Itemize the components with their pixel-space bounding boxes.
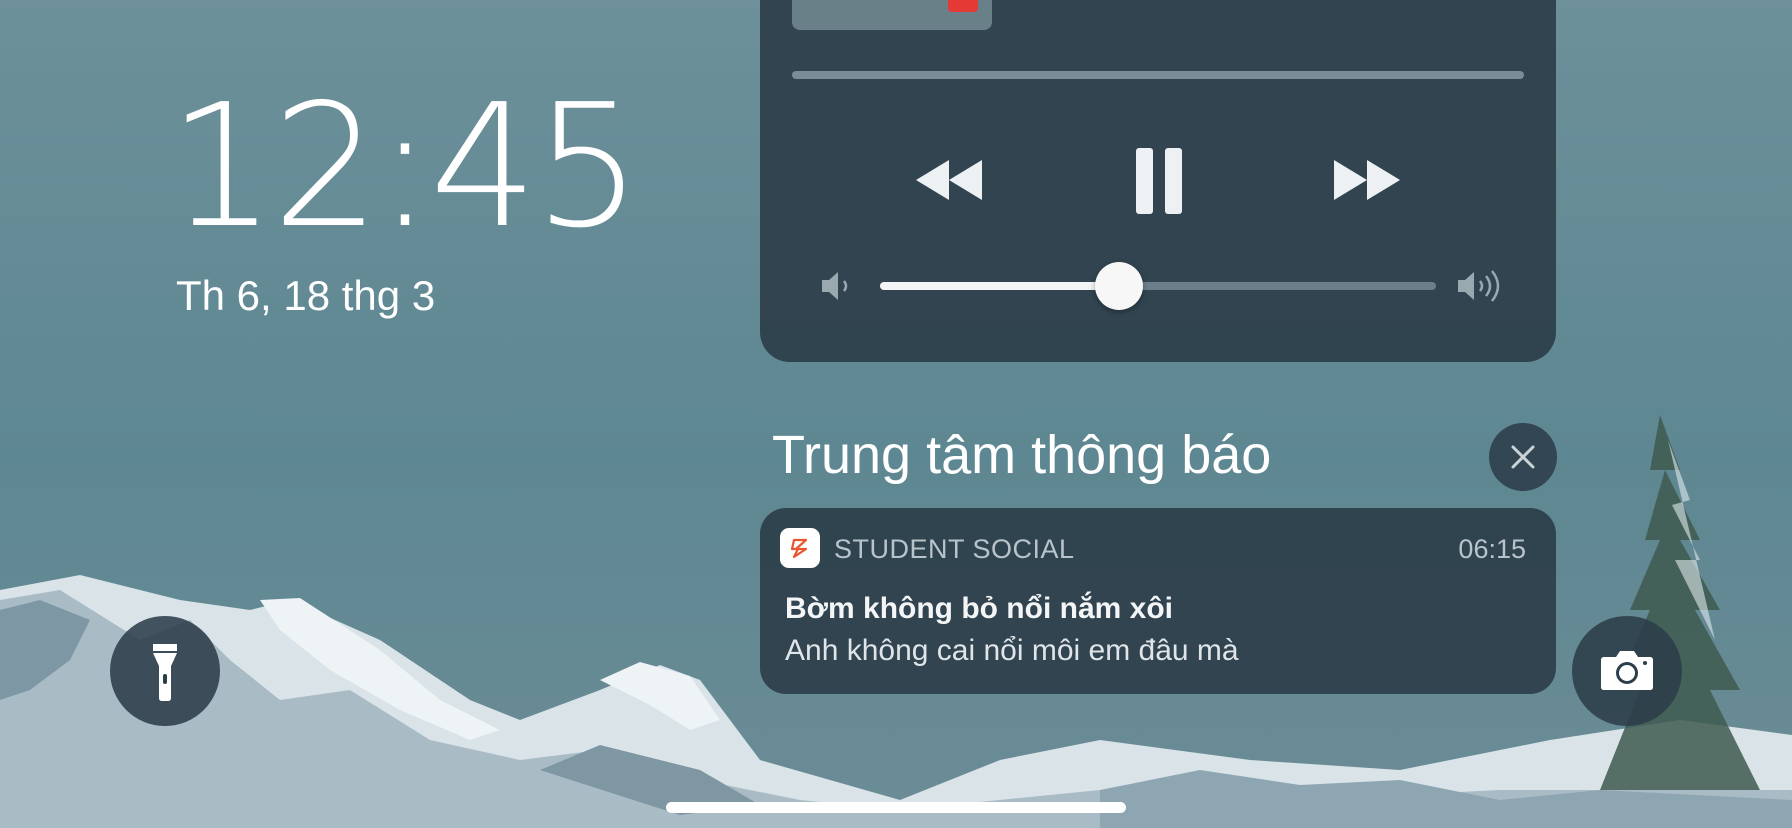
notification-center-close-button[interactable] — [1489, 423, 1557, 491]
notification-card[interactable]: STUDENT SOCIAL 06:15 Bờm không bỏ nổi nắ… — [760, 508, 1556, 694]
fast-forward-icon[interactable] — [1332, 156, 1402, 204]
notification-center-title: Trung tâm thông báo — [772, 425, 1272, 485]
volume-slider-fill — [880, 282, 1120, 290]
notification-title: Bờm không bỏ nổi nắm xôi — [785, 592, 1173, 625]
flashlight-button[interactable] — [110, 616, 220, 726]
playback-progress-bar[interactable] — [792, 71, 1524, 79]
notification-app-name: STUDENT SOCIAL — [834, 534, 1075, 564]
volume-slider-thumb[interactable] — [1095, 262, 1144, 310]
rewind-icon[interactable] — [914, 156, 984, 204]
close-icon — [1511, 445, 1535, 469]
home-indicator[interactable] — [666, 802, 1126, 813]
student-social-app-icon — [780, 528, 820, 568]
now-playing-card — [760, 0, 1556, 362]
notification-body: Anh không cai nổi môi em đâu mà — [785, 634, 1239, 667]
media-artwork[interactable] — [792, 0, 992, 30]
lock-screen-time: 12:45 — [168, 68, 642, 266]
pause-icon[interactable] — [1134, 148, 1184, 214]
lock-screen-date: Th 6, 18 thg 3 — [176, 272, 436, 319]
volume-low-icon — [820, 270, 854, 302]
camera-button[interactable] — [1572, 616, 1682, 726]
youtube-icon — [948, 0, 978, 12]
flashlight-icon — [153, 644, 177, 701]
volume-slider[interactable] — [880, 262, 1436, 310]
notification-time: 06:15 — [1458, 534, 1526, 564]
camera-icon — [1601, 651, 1653, 690]
volume-high-icon — [1456, 268, 1508, 304]
